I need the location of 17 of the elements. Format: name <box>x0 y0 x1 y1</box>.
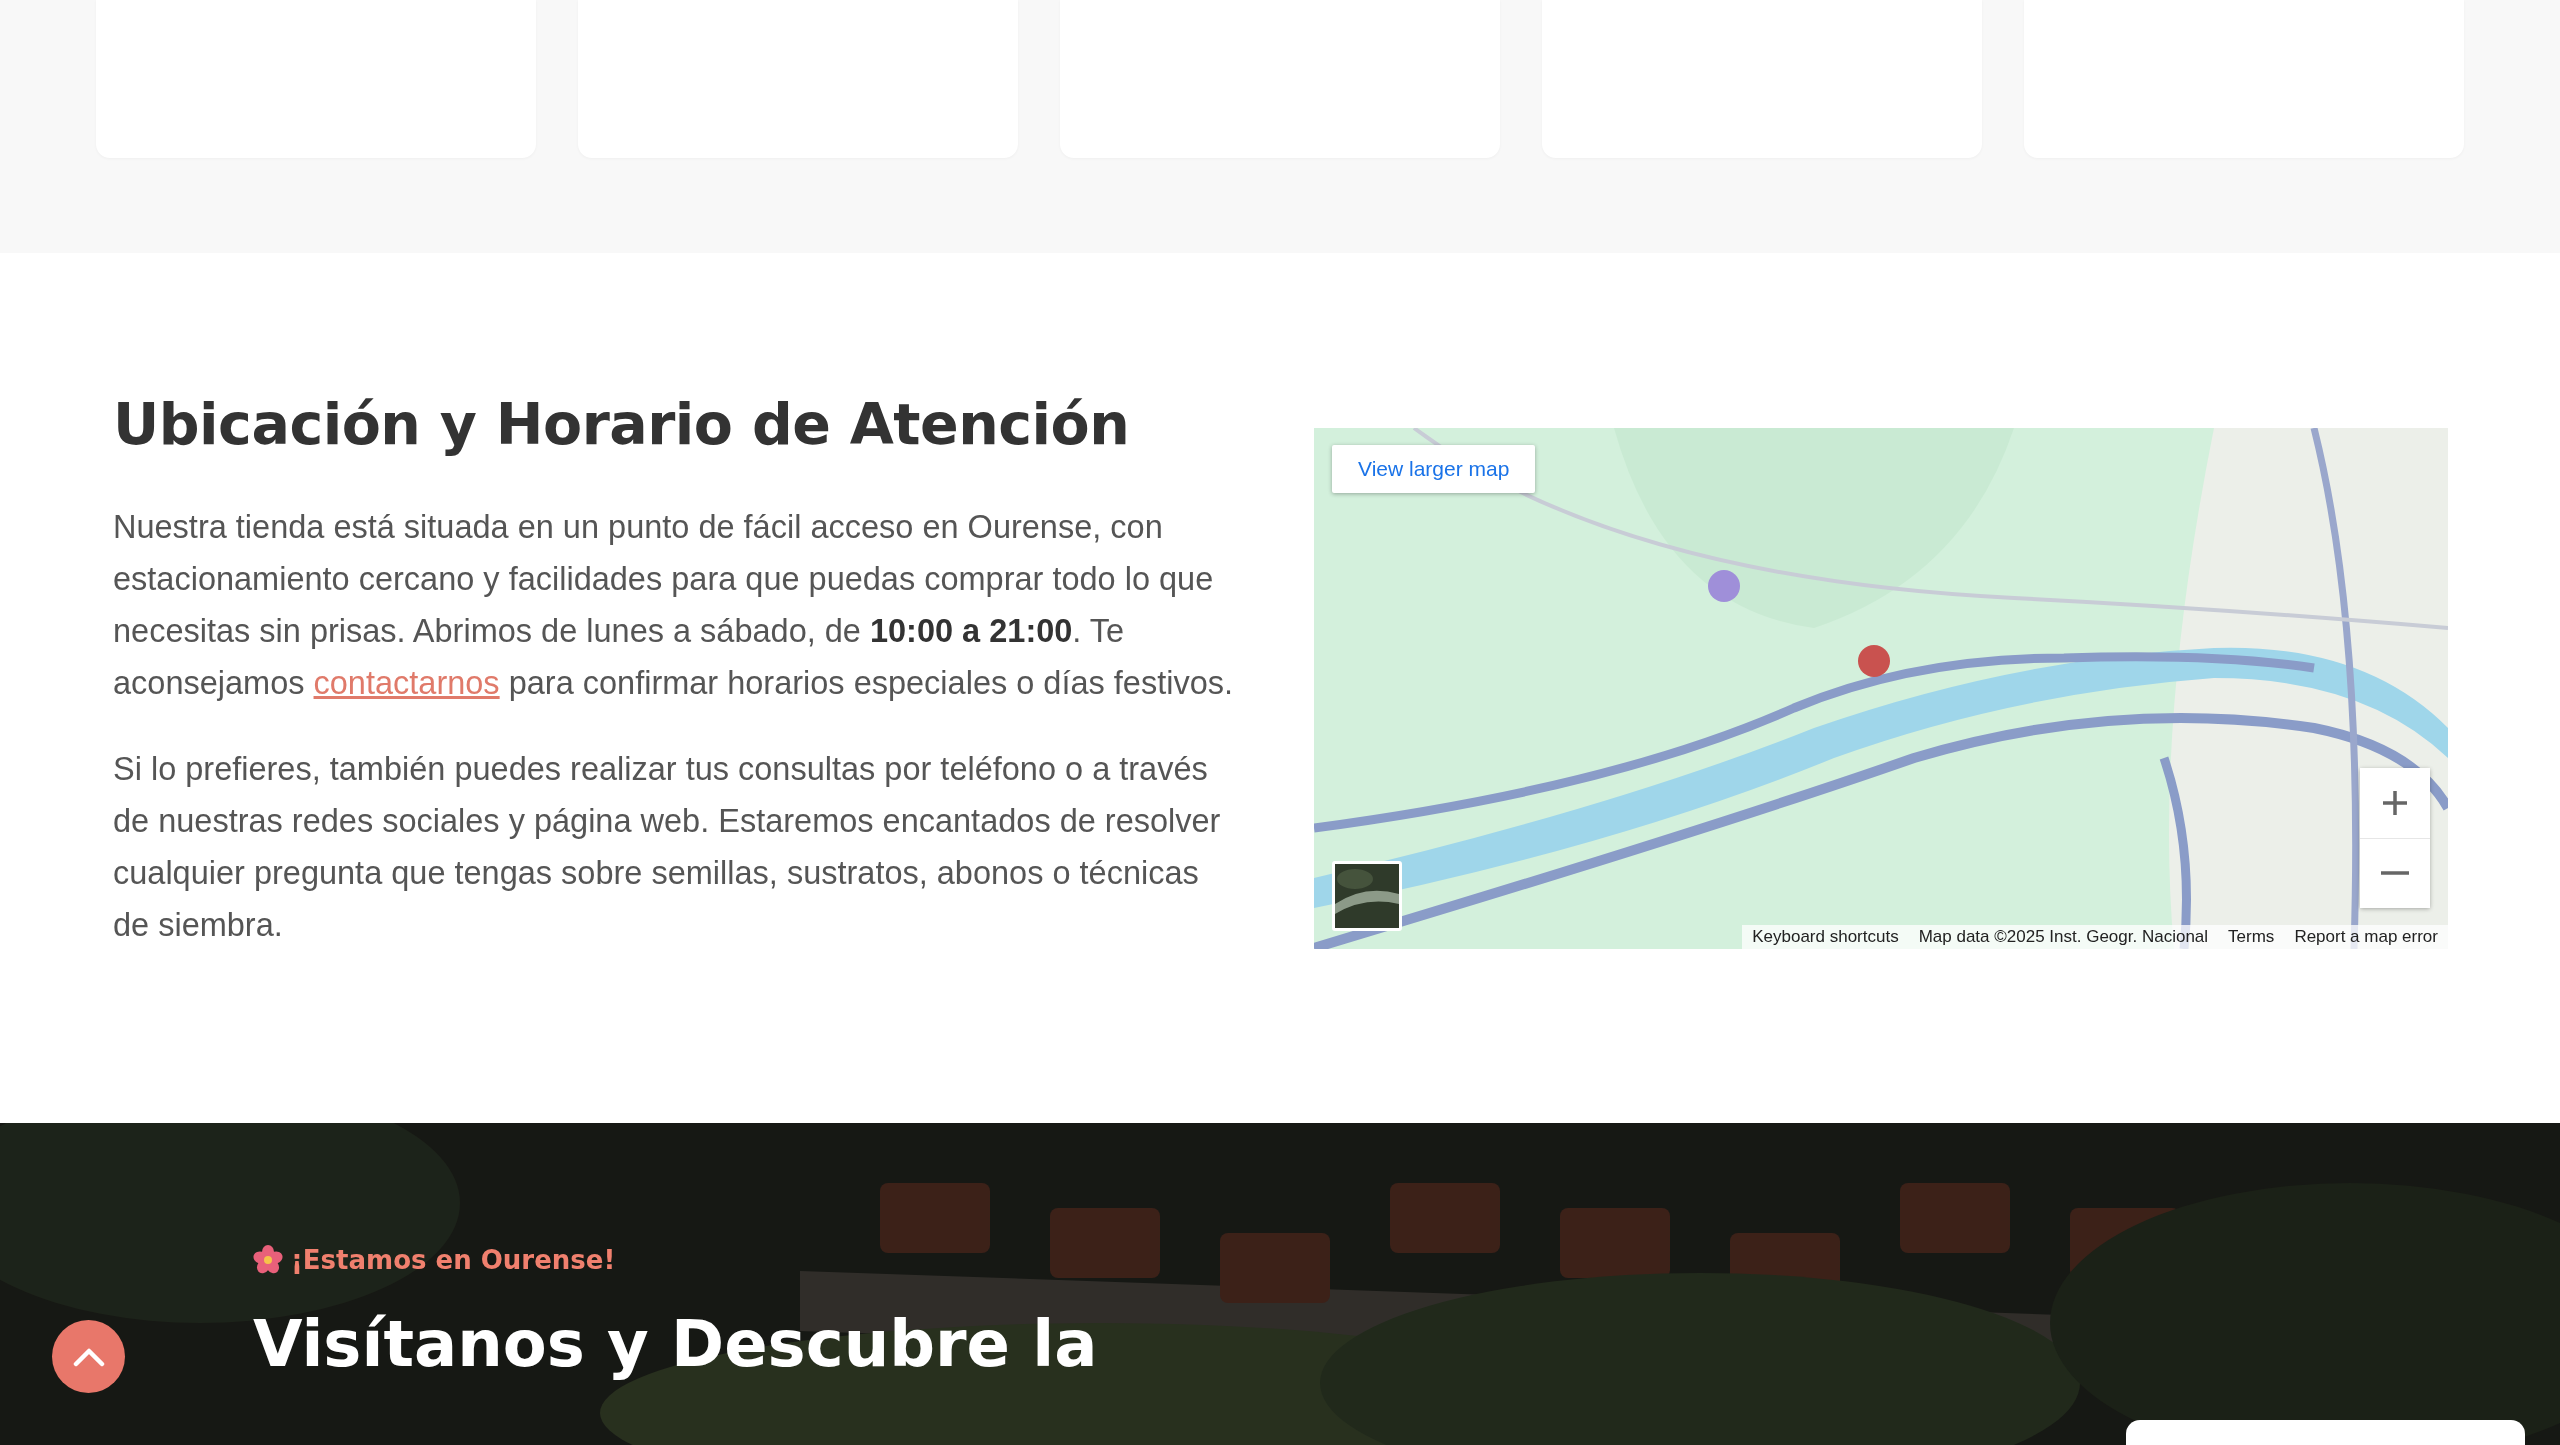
section-title: Ubicación y Horario de Atención <box>113 391 1131 457</box>
minus-icon <box>2381 871 2409 875</box>
map-type-button[interactable] <box>1332 860 1402 931</box>
zoom-in-button[interactable] <box>2360 767 2430 838</box>
tagline: ¡Estamos en Ourense! <box>291 1245 616 1275</box>
location-paragraph: Nuestra tienda está situada en un punto de fácil acceso en Ourense, con estacionamiento cercano y facilidades para que puedas comprar todo lo que necesitas sin prisas. Abrimos de lunes a sábado, de 10:00 a 21:00. Te aconsejamos contactarnos para confirmar horarios especiales o días festivos. <box>113 508 1235 703</box>
map-attribution-link[interactable]: Terms <box>2228 926 2275 947</box>
map-attribution-link[interactable]: Report a map error <box>2294 926 2438 947</box>
zoom-out-button[interactable] <box>2360 837 2430 908</box>
visit-heading: Visítanos y Descubre la <box>253 1306 1099 1383</box>
flower-icon <box>253 1245 283 1275</box>
contact-paragraph: Si lo prefieres, también puedes realizar tus consultas por teléfono o a través de nuestras redes sociales y página web. Estaremos encantados de resolver cualquier pregunta que tengas sobre semillas, sustratos, abonos o técnicas de siembra. <box>113 750 1222 945</box>
chevron-up-icon <box>72 1346 105 1367</box>
map-attribution-link[interactable]: Map data ©2025 Inst. Geogr. Nacional <box>1918 926 2209 947</box>
map-attribution-link[interactable]: Keyboard shortcuts <box>1752 926 1899 947</box>
view-larger-map-link[interactable]: View larger map <box>1332 444 1536 493</box>
plus-icon <box>2381 788 2409 817</box>
